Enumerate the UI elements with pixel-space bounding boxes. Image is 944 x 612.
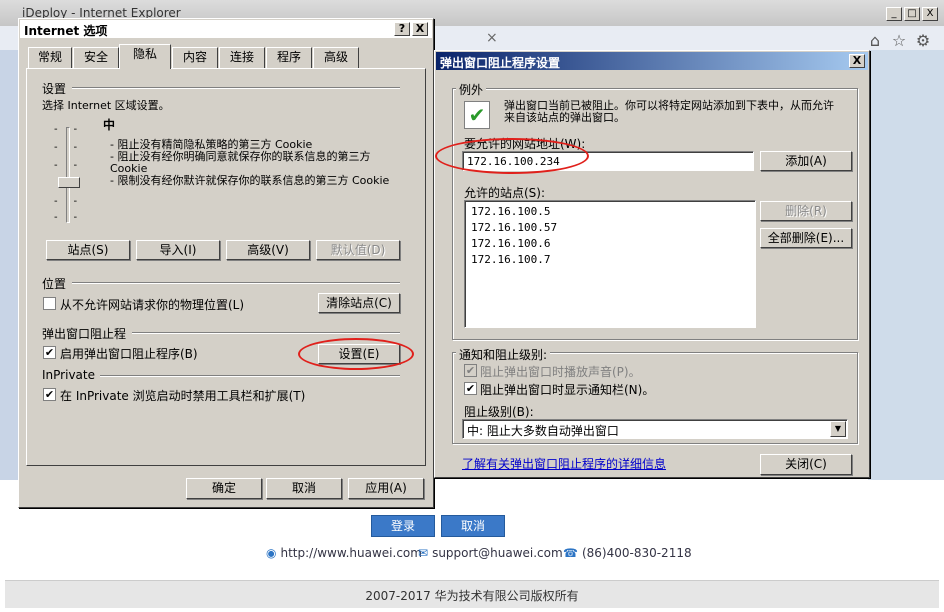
ok-button[interactable]: 确定: [186, 478, 262, 499]
zone-prompt: 选择 Internet 区域设置。: [42, 99, 170, 112]
add-site-button[interactable]: 添加(A): [760, 151, 852, 171]
allowed-sites-list[interactable]: 172.16.100.5 172.16.100.57 172.16.100.6 …: [464, 200, 756, 328]
globe-icon: ◉: [266, 546, 277, 560]
location-checkbox[interactable]: [43, 297, 56, 310]
settings-divider: [72, 87, 400, 89]
popup-blocker-title: 弹出窗口阻止程序设置: [440, 56, 561, 70]
privacy-slider-thumb[interactable]: [58, 177, 80, 188]
favorites-star-icon[interactable]: ☆: [890, 32, 908, 50]
settings-gear-icon[interactable]: ⚙: [914, 32, 932, 50]
settings-section-header: 设置: [42, 82, 67, 96]
popup-info-icon: ✔: [464, 101, 490, 129]
list-item[interactable]: 172.16.100.7: [471, 252, 749, 268]
blocking-level-label: 阻止级别(B):: [464, 405, 534, 419]
tab-programs[interactable]: 程序: [266, 47, 312, 68]
play-sound-checkbox[interactable]: ✔: [464, 364, 477, 377]
clear-sites-button[interactable]: 清除站点(C): [318, 293, 400, 313]
slider-tick: - -: [54, 124, 78, 135]
location-divider: [72, 282, 400, 284]
inprivate-checkbox[interactable]: ✔: [43, 388, 56, 401]
close-dialog-button[interactable]: 关闭(C): [760, 454, 852, 475]
location-section-header: 位置: [42, 277, 67, 291]
allowed-sites-label: 允许的站点(S):: [464, 186, 546, 200]
play-sound-label: 阻止弹出窗口时播放声音(P)。: [480, 365, 641, 379]
show-notification-bar-checkbox[interactable]: ✔: [464, 382, 477, 395]
annotation-red-ellipse: [435, 138, 589, 174]
privacy-desc-3: - 限制没有经你默许就保存你的联系信息的第三方 Cookie: [110, 174, 390, 187]
page-background-left: [0, 50, 20, 480]
advanced-button[interactable]: 高级(V): [226, 240, 310, 260]
list-item[interactable]: 172.16.100.57: [471, 220, 749, 236]
close-popup-blocker-button[interactable]: X: [849, 54, 865, 68]
privacy-desc-2: - 阻止没有经你明确同意就保存你的联系信息的第三方 Cookie: [110, 150, 371, 175]
apply-button[interactable]: 应用(A): [348, 478, 424, 499]
exceptions-legend: 例外: [456, 81, 487, 98]
popup-divider: [132, 332, 400, 334]
tab-connections[interactable]: 连接: [219, 47, 265, 68]
email-contact[interactable]: ✉ support@huawei.com: [418, 546, 563, 560]
phone-icon: ☎: [563, 546, 578, 560]
blocking-level-select[interactable]: 中: 阻止大多数自动弹出窗口: [462, 419, 848, 439]
exceptions-info-text: 弹出窗口当前已被阻止。你可以将特定网站添加到下表中，从而允许来自该站点的弹出窗口…: [504, 99, 834, 124]
tab-privacy[interactable]: 隐私: [119, 44, 171, 69]
annotation-red-ellipse: [298, 338, 414, 370]
copyright-text: 2007-2017 华为技术有限公司版权所有: [365, 589, 579, 603]
home-icon[interactable]: ⌂: [866, 32, 884, 50]
list-item[interactable]: 172.16.100.6: [471, 236, 749, 252]
help-button[interactable]: ?: [394, 22, 410, 36]
page-background-right: [868, 50, 944, 480]
popup-blocker-checkbox[interactable]: ✔: [43, 346, 56, 359]
slider-tick: - -: [54, 212, 78, 223]
remove-site-button[interactable]: 删除(R): [760, 201, 852, 221]
website-link[interactable]: http://www.huawei.com: [280, 546, 421, 560]
slider-tick: - -: [54, 142, 78, 153]
close-internet-options-button[interactable]: X: [412, 22, 428, 36]
import-button[interactable]: 导入(I): [136, 240, 220, 260]
privacy-tab-panel: [26, 68, 426, 466]
inprivate-divider: [100, 375, 400, 377]
notification-legend: 通知和阻止级别:: [456, 346, 551, 363]
tab-close-icon[interactable]: ×: [486, 30, 498, 46]
popup-blocker-section-header: 弹出窗口阻止程: [42, 327, 127, 341]
phone-contact: ☎ (86)400-830-2118: [563, 546, 692, 560]
default-button[interactable]: 默认值(D): [316, 240, 400, 260]
learn-more-link[interactable]: 了解有关弹出窗口阻止程序的详细信息: [462, 455, 666, 472]
login-button[interactable]: 登录: [371, 515, 435, 537]
email-link[interactable]: support@huawei.com: [432, 546, 563, 560]
show-notification-bar-label: 阻止弹出窗口时显示通知栏(N)。: [480, 383, 655, 397]
email-icon: ✉: [418, 546, 429, 560]
slider-tick: - -: [54, 160, 78, 171]
cancel-button[interactable]: 取消: [266, 478, 342, 499]
maximize-button[interactable]: □: [904, 7, 920, 21]
tab-general[interactable]: 常规: [28, 47, 72, 68]
internet-options-title: Internet 选项: [24, 24, 108, 38]
close-window-button[interactable]: X: [922, 7, 938, 21]
tab-advanced[interactable]: 高级: [313, 47, 359, 68]
location-checkbox-label: 从不允许网站请求你的物理位置(L): [60, 298, 245, 312]
slider-tick: - -: [54, 196, 78, 207]
popup-blocker-checkbox-label: 启用弹出窗口阻止程序(B): [60, 347, 198, 361]
sites-button[interactable]: 站点(S): [46, 240, 130, 260]
privacy-level: 中: [103, 118, 116, 132]
inprivate-checkbox-label: 在 InPrivate 浏览启动时禁用工具栏和扩展(T): [60, 389, 306, 403]
tab-security[interactable]: 安全: [73, 47, 119, 68]
remove-all-sites-button[interactable]: 全部删除(E)...: [760, 228, 852, 248]
website-contact[interactable]: ◉ http://www.huawei.com: [266, 546, 422, 560]
cancel-login-button[interactable]: 取消: [441, 515, 505, 537]
minimize-button[interactable]: _: [886, 7, 902, 21]
phone-number: (86)400-830-2118: [581, 546, 692, 560]
list-item[interactable]: 172.16.100.5: [471, 204, 749, 220]
tab-content[interactable]: 内容: [172, 47, 218, 68]
inprivate-section-header: InPrivate: [42, 368, 95, 382]
chevron-down-icon[interactable]: ▼: [830, 421, 846, 437]
